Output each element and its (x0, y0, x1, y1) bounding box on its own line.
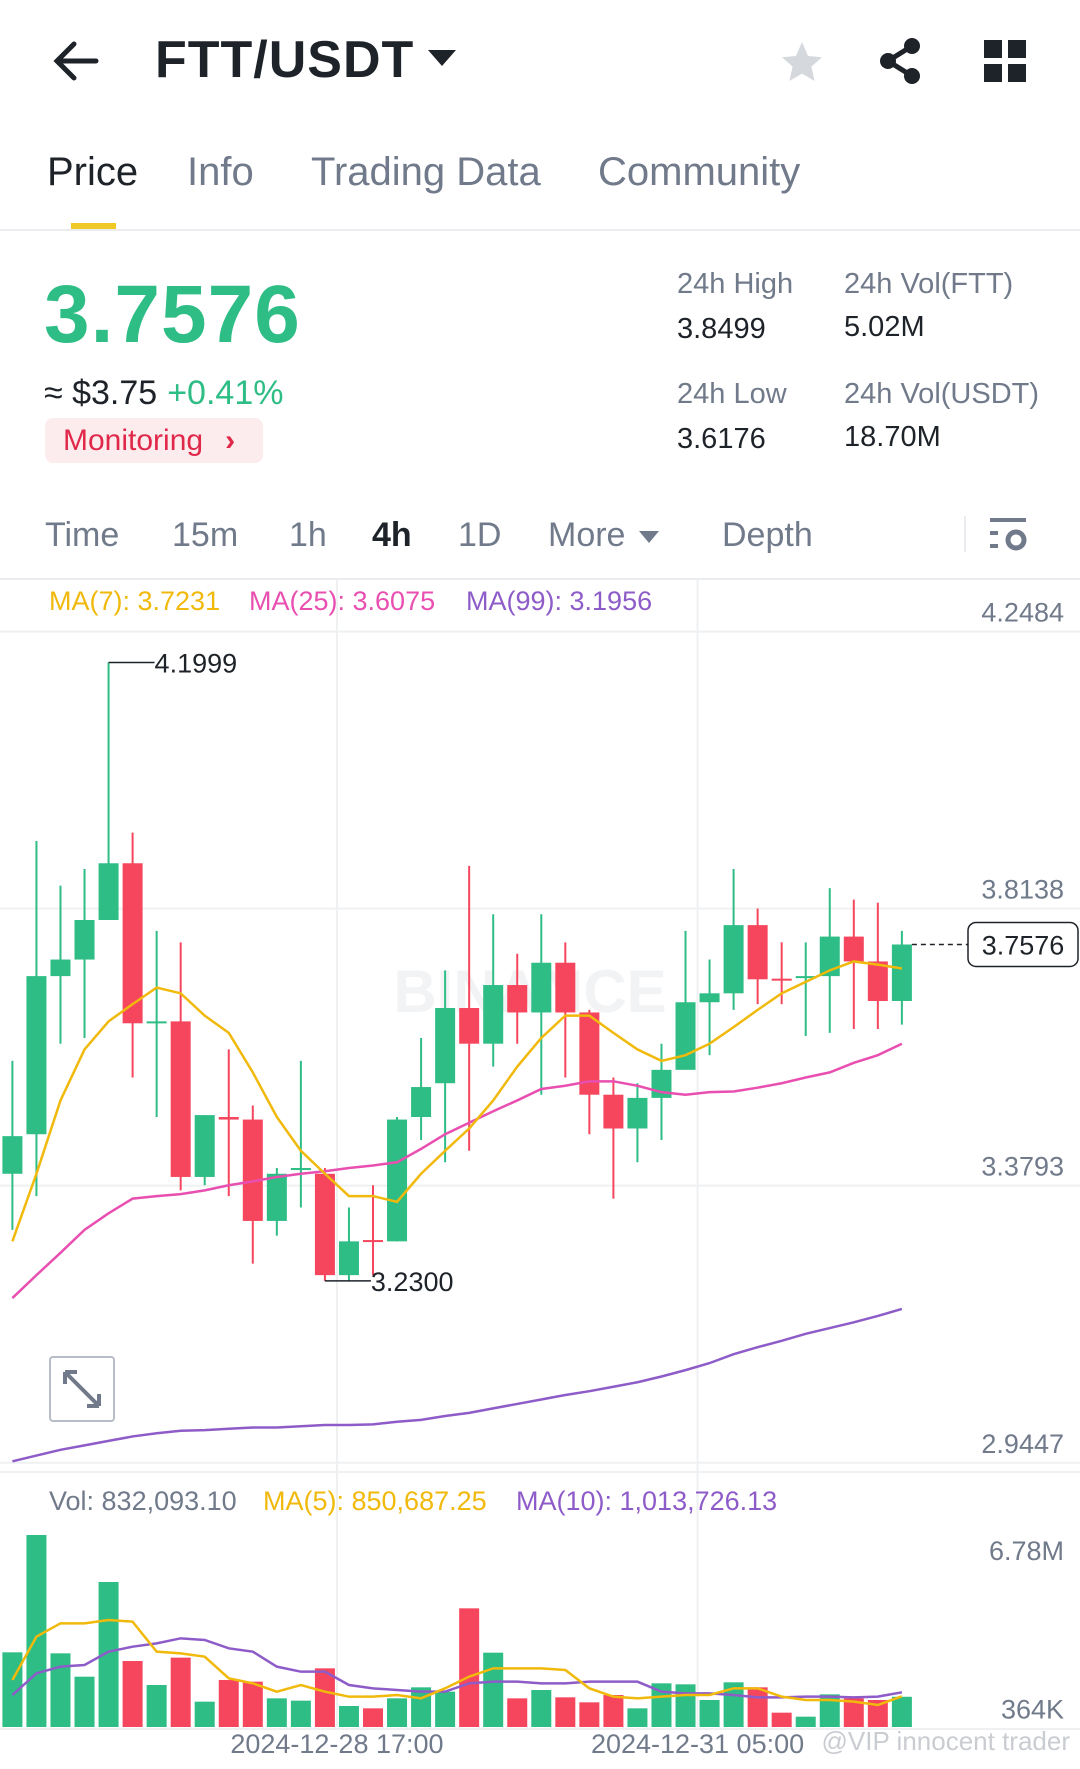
volume-bar (170, 1657, 191, 1727)
volume-bar (218, 1680, 239, 1727)
volume-bar (387, 1698, 408, 1727)
volume-bar (459, 1608, 480, 1727)
candle-down (747, 925, 768, 980)
volume-axis-label: 364K (1001, 1694, 1064, 1724)
volume-bar (435, 1691, 456, 1727)
volume-bar (675, 1684, 696, 1727)
volume-bar (338, 1705, 359, 1727)
candle-up (891, 944, 912, 1001)
candle-up (723, 925, 744, 994)
candle-down (603, 1094, 624, 1129)
candle-up (483, 985, 504, 1044)
candle-down (218, 1117, 239, 1120)
price-axis-label: 3.8138 (981, 875, 1064, 905)
low-marker-label: 3.2300 (371, 1267, 454, 1297)
candle-up (699, 993, 720, 1003)
high-marker-label: 4.1999 (155, 648, 238, 678)
candle-up (98, 863, 119, 921)
vol-ma5-line (11, 1618, 903, 1707)
candle-down (363, 1240, 383, 1243)
volume-bar (795, 1716, 816, 1727)
volume-bar (555, 1697, 576, 1727)
candle-up (194, 1115, 215, 1177)
volume-bar (194, 1701, 215, 1727)
volume-bar (627, 1708, 648, 1727)
candle-up (338, 1241, 359, 1276)
candle-up (627, 1097, 648, 1129)
candle-up (146, 1021, 167, 1024)
last-price-tag-label: 3.7576 (982, 930, 1065, 960)
binance-watermark: BINANCE (393, 958, 666, 1025)
fullscreen-button[interactable] (49, 1356, 115, 1422)
volume-bar (146, 1684, 167, 1727)
volume-bar (531, 1690, 552, 1727)
candle-up (531, 962, 552, 1013)
volume-legend: Vol: 832,093.10 (49, 1486, 237, 1516)
volume-bar (26, 1535, 47, 1727)
candle-down (507, 985, 528, 1013)
candle-down (555, 962, 576, 1013)
volume-axis-label: 6.78M (989, 1536, 1064, 1566)
vol-ma10-line (11, 1637, 903, 1699)
volume-bar (314, 1668, 335, 1727)
volume-bar (290, 1700, 311, 1727)
candle-up (675, 1002, 696, 1070)
candle-down (314, 1173, 335, 1276)
candle-down (242, 1119, 263, 1221)
vol-ma10-legend: MA(10): 1,013,726.13 (516, 1486, 778, 1516)
price-axis-label: 4.2484 (981, 598, 1064, 628)
candle-up (74, 920, 95, 960)
candle-up (50, 959, 71, 977)
vol-ma5-legend: MA(5): 850,687.25 (263, 1486, 487, 1516)
candle-up (411, 1087, 432, 1118)
volume-bar (603, 1695, 624, 1727)
volume-bar (483, 1652, 504, 1727)
price-axis-label: 2.9447 (981, 1429, 1064, 1459)
candle-down (867, 961, 888, 1001)
candle-up (290, 1168, 311, 1171)
candle-up (26, 976, 47, 1135)
candle-down (843, 936, 864, 962)
volume-bar (507, 1698, 528, 1727)
ma99-line (12, 1307, 903, 1463)
volume-bar (891, 1696, 912, 1727)
candle-down (771, 978, 792, 981)
volume-bar (50, 1653, 71, 1727)
volume-bar (699, 1699, 720, 1727)
candle-down (459, 1007, 480, 1044)
volume-bar (747, 1687, 768, 1727)
candle-up (387, 1119, 408, 1242)
volume-bar (771, 1712, 792, 1727)
volume-bar (579, 1702, 600, 1727)
ma25-line (11, 1042, 903, 1299)
volume-bar (266, 1698, 287, 1727)
volume-bar (242, 1681, 263, 1727)
price-axis-label: 3.3793 (981, 1152, 1064, 1182)
volume-bar (74, 1676, 95, 1727)
volume-bar (122, 1661, 143, 1727)
expand-icon (63, 1370, 101, 1408)
candle-up (2, 1136, 23, 1174)
volume-bar (363, 1708, 383, 1727)
volume-bar (411, 1687, 432, 1727)
candle-up (435, 1007, 456, 1084)
watermark-text: @VIP innocent trader (821, 1726, 1071, 1756)
candle-down (170, 1021, 191, 1177)
time-axis-label: 2024-12-28 17:00 (230, 1729, 443, 1759)
candle-up (266, 1173, 287, 1221)
time-axis-label: 2024-12-31 05:00 (591, 1729, 804, 1759)
